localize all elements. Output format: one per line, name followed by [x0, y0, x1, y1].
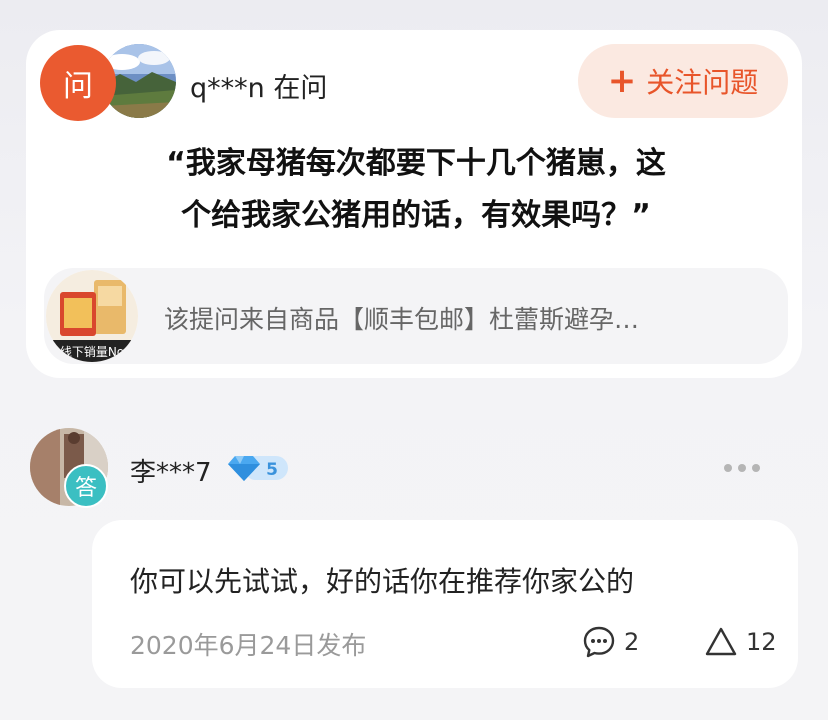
more-dot	[752, 464, 760, 472]
source-product-row[interactable]: 线下销量No 该提问来自商品【顺丰包邮】杜蕾斯避孕…	[44, 268, 788, 364]
product-image: 线下销量No	[46, 270, 138, 362]
question-text: “我家母猪每次都要下十几个猪崽，这 个给我家公猪用的话，有效果吗？”	[106, 138, 726, 242]
more-dot	[738, 464, 746, 472]
answer-text: 你可以先试试，好的话你在推荐你家公的	[130, 565, 635, 598]
plus-icon: +	[607, 61, 637, 101]
like-count: 12	[746, 628, 777, 656]
answer-badge: 答	[64, 464, 108, 508]
follow-question-label: 关注问题	[646, 66, 759, 99]
answerer-name[interactable]: 李***7	[130, 452, 212, 489]
answer-date: 2020年6月24日发布	[130, 631, 367, 660]
level-badge: 5	[226, 453, 290, 483]
answer-card[interactable]: 你可以先试试，好的话你在推荐你家公的 2020年6月24日发布 2 12	[92, 520, 798, 688]
follow-question-button[interactable]: + 关注问题	[578, 44, 788, 118]
question-badge: 问	[40, 45, 116, 121]
question-line: 个给我家公猪用的话，有效果吗？”	[181, 198, 651, 233]
like-button[interactable]: 12	[704, 624, 777, 660]
product-thumbnail: 线下销量No	[46, 270, 138, 362]
level-number: 5	[266, 460, 278, 480]
more-dot	[724, 464, 732, 472]
comment-count: 2	[624, 628, 640, 656]
more-options-icon[interactable]	[724, 458, 764, 478]
question-card: 问 q***n 在问 + 关注问题 “我家母猪每次都要下十几个猪崽，这 个给我家…	[26, 30, 802, 378]
product-thumb-caption: 线下销量No	[60, 345, 124, 359]
diamond-icon: 5	[228, 456, 288, 481]
triangle-like-icon	[705, 627, 737, 656]
asker-name[interactable]: q***n 在问	[190, 66, 327, 105]
product-source-text[interactable]: 该提问来自商品【顺丰包邮】杜蕾斯避孕…	[164, 300, 639, 336]
question-line: “我家母猪每次都要下十几个猪崽，这	[166, 146, 666, 181]
comment-button[interactable]: 2	[582, 624, 639, 660]
comment-icon	[583, 626, 615, 658]
